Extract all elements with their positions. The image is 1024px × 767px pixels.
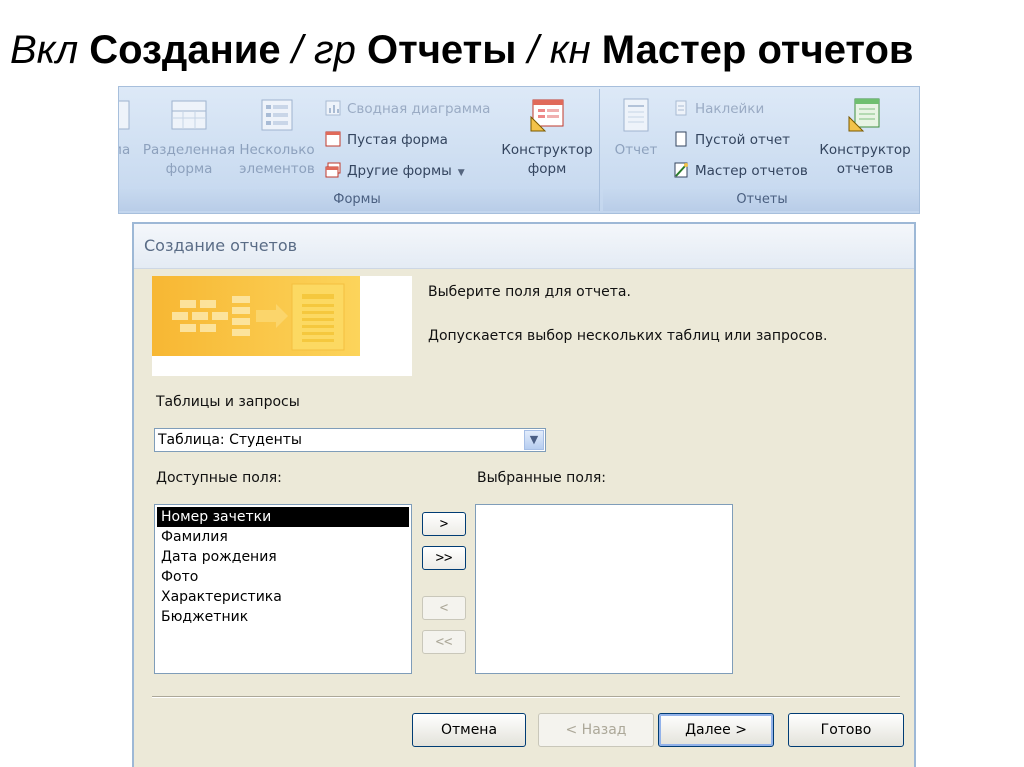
finish-button[interactable]: Готово (788, 713, 904, 747)
title-part-tab-prefix: Вкл (10, 28, 90, 72)
split-form-label-line1: Разделенная (142, 142, 236, 158)
title-part-button: Мастер отчетов (601, 28, 914, 72)
form-design-label-line2: форм (527, 161, 567, 177)
reports-group-caption: Отчеты (603, 189, 919, 211)
remove-all-fields-button[interactable]: << (422, 630, 466, 654)
blank-report-label: Пустой отчет (695, 132, 791, 148)
more-forms-label: Другие формы (347, 163, 452, 179)
cancel-button[interactable]: Отмена (412, 713, 526, 747)
labels-button[interactable]: Наклейки (673, 97, 764, 121)
labels-icon (673, 100, 689, 116)
labels-label: Наклейки (695, 101, 765, 117)
blank-report-icon (673, 131, 689, 147)
report-wizard-dialog: Создание отчетов Выберите поля для отчет… (132, 222, 916, 767)
form-design-label-line1: Конструктор (501, 142, 593, 158)
report-design-label-line2: отчетов (836, 161, 894, 177)
form-button-partial[interactable]: ма (119, 97, 135, 160)
split-form-button[interactable]: Разделенная форма (141, 97, 237, 179)
more-forms-icon (325, 162, 341, 178)
report-button-label: Отчет (614, 142, 658, 158)
ribbon: ма Разделенная форма Несколько элементов… (118, 86, 920, 214)
report-wizard-button[interactable]: Мастер отчетов (673, 159, 808, 183)
multiple-items-icon (259, 97, 295, 133)
back-button[interactable]: < Назад (538, 713, 654, 747)
next-button[interactable]: Далее > (658, 713, 774, 747)
ribbon-group-reports: Отчет Наклейки Пустой отчет Мастер отчет… (603, 89, 919, 211)
pivot-chart-button[interactable]: Сводная диаграмма (325, 97, 490, 121)
multiple-items-label-line1: Несколько (239, 142, 315, 158)
title-part-tab: Создание (89, 28, 281, 72)
form-design-button[interactable]: Конструктор форм (499, 97, 595, 179)
selected-fields-list[interactable] (475, 504, 733, 674)
form-design-icon (529, 97, 565, 133)
dialog-title: Создание отчетов (134, 224, 914, 269)
report-wizard-label: Мастер отчетов (695, 163, 808, 179)
list-item[interactable]: Дата рождения (157, 547, 409, 567)
selected-fields-label: Выбранные поля: (477, 470, 606, 486)
tables-queries-label: Таблицы и запросы (156, 394, 300, 410)
chevron-down-icon[interactable]: ▼ (524, 430, 544, 450)
tables-queries-value: Таблица: Студенты (158, 432, 302, 448)
title-part-group: Отчеты (367, 28, 517, 72)
dialog-separator (152, 696, 900, 698)
wizard-illustration (152, 276, 360, 356)
blank-form-label: Пустая форма (347, 132, 448, 148)
form-button-label: ма (119, 142, 131, 158)
add-all-fields-button[interactable]: >> (422, 546, 466, 570)
list-item[interactable]: Фото (157, 567, 409, 587)
report-wizard-icon (673, 162, 689, 178)
instruction-select-fields: Выберите поля для отчета. (428, 284, 631, 300)
list-item[interactable]: Фамилия (157, 527, 409, 547)
list-item-selected[interactable]: Номер зачетки (157, 507, 409, 527)
remove-field-button[interactable]: < (422, 596, 466, 620)
split-form-label-line2: форма (165, 161, 213, 177)
report-design-icon (847, 97, 883, 133)
pivot-chart-label: Сводная диаграмма (347, 101, 491, 117)
add-field-button[interactable]: > (422, 512, 466, 536)
list-item[interactable]: Бюджетник (157, 607, 409, 627)
dropdown-arrow-icon: ▼ (457, 168, 465, 178)
title-part-group-prefix: / гр (280, 28, 367, 72)
available-fields-label: Доступные поля: (156, 470, 282, 486)
wizard-banner (152, 276, 412, 376)
report-design-button[interactable]: Конструктор отчетов (817, 97, 913, 179)
report-icon (618, 97, 654, 133)
ribbon-group-forms: ма Разделенная форма Несколько элементов… (119, 89, 600, 211)
multiple-items-label-line2: элементов (239, 161, 315, 177)
forms-group-caption: Формы (119, 189, 599, 211)
available-fields-list[interactable]: Номер зачетки Фамилия Дата рождения Фото… (154, 504, 412, 674)
report-design-label-line1: Конструктор (819, 142, 911, 158)
more-forms-button[interactable]: Другие формы ▼ (325, 159, 465, 183)
pivot-chart-icon (325, 100, 341, 116)
split-form-icon (171, 97, 207, 133)
report-button[interactable]: Отчет (613, 97, 659, 160)
blank-report-button[interactable]: Пустой отчет (673, 128, 790, 152)
title-part-button-prefix: / кн (516, 28, 602, 72)
instruction-multiple-sources: Допускается выбор нескольких таблиц или … (428, 328, 828, 344)
blank-form-button[interactable]: Пустая форма (325, 128, 448, 152)
multiple-items-button[interactable]: Несколько элементов (237, 97, 317, 179)
list-item[interactable]: Характеристика (157, 587, 409, 607)
slide-title: Вкл Создание / гр Отчеты / кн Мастер отч… (10, 26, 1024, 76)
blank-form-icon (325, 131, 341, 147)
tables-queries-select[interactable]: Таблица: Студенты ▼ (154, 428, 546, 452)
form-icon (119, 97, 131, 133)
